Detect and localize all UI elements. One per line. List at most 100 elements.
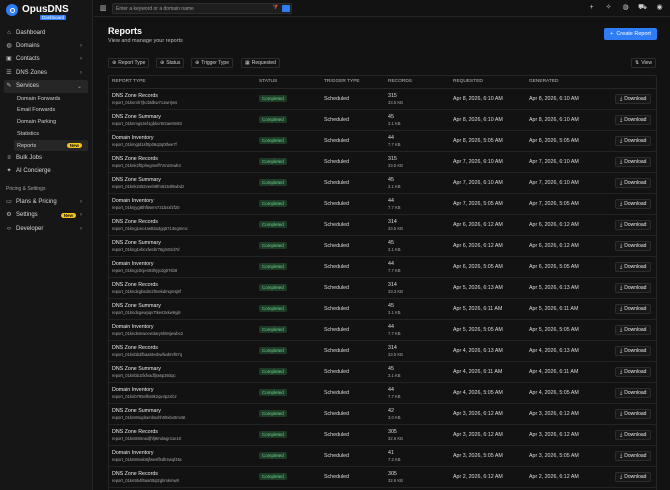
sidebar-subitem-domain-parking[interactable]: Domain Parking <box>0 116 92 128</box>
report-type: DNS Zone Summary <box>112 302 161 309</box>
globe-icon[interactable]: ◍ <box>621 3 630 12</box>
download-button[interactable]: ⤓ Download <box>615 324 652 335</box>
report-type: DNS Zone Summary <box>112 365 161 372</box>
main-content: Reports View and manage your reports + C… <box>94 17 670 490</box>
download-button[interactable]: ⤓ Download <box>615 261 652 272</box>
table-row[interactable]: DNS Zone Summary report_01kn8mqdsenbsxhh0… <box>109 403 656 425</box>
download-button[interactable]: ⤓ Download <box>615 471 652 482</box>
filter-trigger-type[interactable]: ⊕ Trigger Type <box>191 58 233 68</box>
cell-status: Completed <box>256 445 321 467</box>
status-badge: Completed <box>259 389 287 396</box>
download-icon: ⤓ <box>620 200 623 207</box>
table-row[interactable]: DNS Zone Records report_01kndxgbsdm2fmekd… <box>109 277 656 299</box>
download-button[interactable]: ⤓ Download <box>615 135 652 146</box>
plus-icon[interactable]: + <box>587 3 596 12</box>
filter-requested[interactable]: ▦ Requested <box>241 58 280 68</box>
status-badge: Completed <box>259 347 287 354</box>
download-button[interactable]: ⤓ Download <box>615 240 652 251</box>
table-row[interactable]: DNS Zone Records report_01knbb3fbaa5tvvbw… <box>109 340 656 362</box>
sidebar-item-bulk-jobs[interactable]: ≡ Bulk Jobs <box>0 151 92 164</box>
download-button[interactable]: ⤓ Download <box>615 408 652 419</box>
sparkle-icon[interactable]: ✧ <box>604 3 613 12</box>
table-row[interactable]: DNS Zone Records report_01kn5b4f6aa00qtzg… <box>109 466 656 488</box>
download-button[interactable]: ⤓ Download <box>615 366 652 377</box>
table-row[interactable]: Domain Inventory report_01kndsmwcew3arysh… <box>109 319 656 341</box>
sidebar-item-services[interactable]: ✎ Services ⌄ <box>4 79 88 93</box>
search-input[interactable] <box>116 5 266 12</box>
cell-generated: Apr 5, 2026, 6:13 AM <box>526 277 612 299</box>
sidebar-toggle-icon[interactable]: ▥ <box>100 4 107 12</box>
sidebar-item-developer[interactable]: ‹› Developer › <box>0 222 92 235</box>
cell-records: 305 32.6 KB <box>385 466 450 488</box>
create-report-button[interactable]: + Create Report <box>604 28 657 40</box>
column-header-generated[interactable]: GENERATED <box>526 76 612 89</box>
table-row[interactable]: Domain Inventory report_01kmgtd1sf0p06q3q… <box>109 130 656 152</box>
column-header-records[interactable]: RECORDS <box>385 76 450 89</box>
table-row[interactable]: DNS Zone Records report_01knk2f0phegmeff7… <box>109 151 656 173</box>
sidebar-item-domains[interactable]: ◍ Domains › <box>0 39 92 52</box>
cell-requested: Apr 5, 2026, 6:13 AM <box>450 277 526 299</box>
download-button[interactable]: ⤓ Download <box>615 93 652 104</box>
filter-report-type[interactable]: ⊕ Report Type <box>108 58 150 68</box>
download-button[interactable]: ⤓ Download <box>615 219 652 230</box>
column-header-report-type[interactable]: REPORT TYPE <box>109 76 256 89</box>
cell-actions: ⤓ Download <box>612 340 656 362</box>
file-size: 3.1 KB <box>388 120 401 126</box>
column-header-status[interactable]: STATUS <box>256 76 321 89</box>
sidebar-subitem-email-forwards[interactable]: Email Forwards <box>0 105 92 117</box>
download-button[interactable]: ⤓ Download <box>615 387 652 398</box>
cell-status: Completed <box>256 340 321 362</box>
status-badge: Completed <box>259 95 287 102</box>
download-button[interactable]: ⤓ Download <box>615 156 652 167</box>
column-header-trigger-type[interactable]: TRIGGER TYPE <box>321 76 385 89</box>
table-row[interactable]: DNS Zone Records report_01knmh7jkcbtdkw7x… <box>109 88 656 110</box>
download-button[interactable]: ⤓ Download <box>615 303 652 314</box>
table-row[interactable]: DNS Zone Records report_01kng1wc4as83a3gq… <box>109 214 656 236</box>
table-row[interactable]: DNS Zone Summary report_01knmgs3ef1gbkcr8… <box>109 109 656 131</box>
sidebar-subitem-domain-forwards[interactable]: Domain Forwards <box>0 93 92 105</box>
table-row[interactable]: DNS Zone Records report_01kn8m5nedjhfj9md… <box>109 424 656 446</box>
cell-status: Completed <box>256 193 321 215</box>
sidebar-item-ai-concierge[interactable]: ✦ AI Concierge <box>0 165 92 178</box>
cell-requested: Apr 5, 2026, 5:05 AM <box>450 319 526 341</box>
column-header-requested[interactable]: REQUESTED <box>450 76 526 89</box>
cell-report-type: DNS Zone Summary report_01knbb1tfxfvadfjr… <box>109 361 256 383</box>
table-row[interactable]: Domain Inventory report_01knb785nfks8k2qv… <box>109 382 656 404</box>
view-options-button[interactable]: ⇅ View <box>631 58 656 68</box>
cell-report-type: Domain Inventory report_01kngc0njen93hyjc… <box>109 256 256 278</box>
sidebar-item-plans-pricing[interactable]: ▭ Plans & Pricing › <box>0 195 92 208</box>
sidebar-subitem-reports[interactable]: Reports New <box>14 139 88 152</box>
status-badge: Completed <box>259 473 287 480</box>
download-button[interactable]: ⤓ Download <box>615 450 652 461</box>
download-button[interactable]: ⤓ Download <box>615 177 652 188</box>
logo[interactable]: OpusDNS Dashboard <box>0 0 92 20</box>
sidebar-item-contacts[interactable]: ▣ Contacts › <box>0 53 92 66</box>
download-button[interactable]: ⤓ Download <box>615 429 652 440</box>
search-button[interactable] <box>282 5 290 12</box>
download-button[interactable]: ⤓ Download <box>615 282 652 293</box>
download-button[interactable]: ⤓ Download <box>615 114 652 125</box>
sidebar-subitem-statistics[interactable]: Statistics <box>0 128 92 140</box>
sidebar-item-dns-zones[interactable]: ☰ DNS Zones › <box>0 66 92 79</box>
cell-records: 314 33.3 KB <box>385 277 450 299</box>
table-row[interactable]: DNS Zone Summary report_01kndxgewpqv7tkes… <box>109 298 656 320</box>
cell-records: 45 3.1 KB <box>385 235 450 257</box>
records-count: 45 <box>388 302 394 309</box>
filter-icon[interactable]: ⧩ <box>273 5 278 12</box>
table-row[interactable]: Domain Inventory report_01kn8mwb8jfwesffs… <box>109 445 656 467</box>
table-row[interactable]: DNS Zone Summary report_01knbb1tfxfvadfjr… <box>109 361 656 383</box>
cell-actions: ⤓ Download <box>612 172 656 194</box>
cell-requested: Apr 6, 2026, 6:12 AM <box>450 214 526 236</box>
download-button[interactable]: ⤓ Download <box>615 198 652 209</box>
sidebar-item-dashboard[interactable]: ⌂ Dashboard <box>0 26 92 39</box>
sidebar-item-settings[interactable]: ⚙ Settings New › <box>0 209 92 222</box>
table-row[interactable]: Domain Inventory report_01knjyg8thf5sem73… <box>109 193 656 215</box>
download-button[interactable]: ⤓ Download <box>615 345 652 356</box>
table-row[interactable]: DNS Zone Summary report_01knk2452veeb9fm8… <box>109 172 656 194</box>
report-id: report_01kmgtd1sf0p06q3q0tfwe7f <box>112 141 177 147</box>
user-icon[interactable]: ◉ <box>655 3 664 12</box>
filter-status[interactable]: ⊕ Status <box>156 58 185 68</box>
table-row[interactable]: Domain Inventory report_01kngc0njen93hyjc… <box>109 256 656 278</box>
table-row[interactable]: DNS Zone Summary report_01kng1vbcxfwcbr76… <box>109 235 656 257</box>
cart-icon[interactable]: ⛟ <box>638 3 647 12</box>
